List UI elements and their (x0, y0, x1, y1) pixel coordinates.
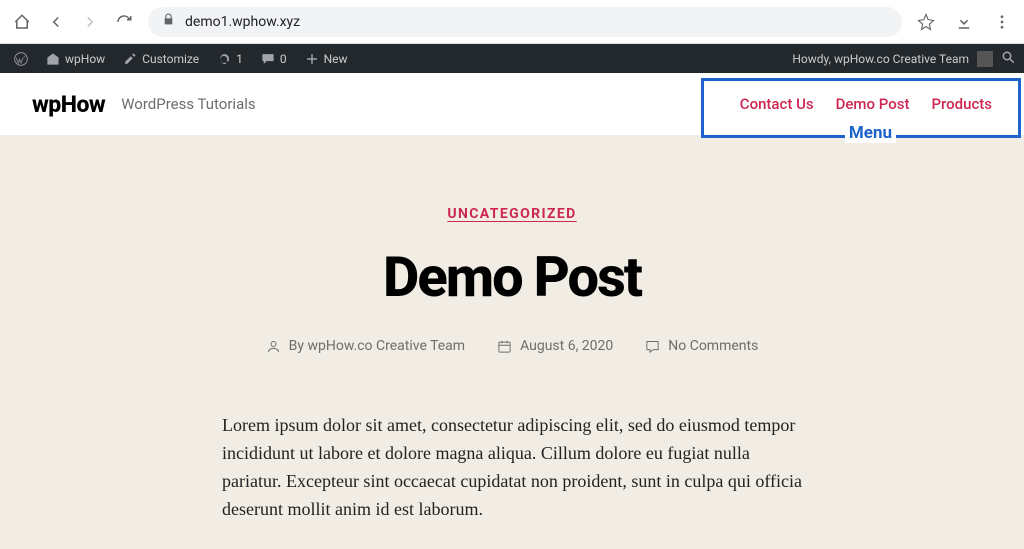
wp-updates-link[interactable]: 1 (211, 52, 249, 66)
menu-annotation-label: Menu (845, 123, 896, 143)
calendar-icon (497, 339, 512, 354)
forward-icon[interactable] (80, 12, 100, 32)
post-category[interactable]: UNCATEGORIZED (447, 206, 576, 222)
site-title[interactable]: wpHow (32, 91, 105, 118)
site-header: wpHow WordPress Tutorials Contact Us Dem… (0, 73, 1024, 135)
download-icon[interactable] (954, 12, 974, 32)
reload-icon[interactable] (114, 12, 134, 32)
meta-date: August 6, 2020 (497, 338, 613, 354)
wp-comments-link[interactable]: 0 (255, 52, 293, 66)
wp-admin-bar: wpHow Customize 1 0 New Howdy, wpHow.co … (0, 44, 1024, 73)
site-tagline: WordPress Tutorials (121, 95, 255, 113)
home-icon[interactable] (12, 12, 32, 32)
wp-customize-link[interactable]: Customize (117, 52, 205, 66)
wp-site-link[interactable]: wpHow (40, 52, 111, 66)
meta-comments[interactable]: No Comments (645, 338, 758, 354)
lock-icon (162, 13, 175, 30)
menu-dots-icon[interactable] (992, 12, 1012, 32)
wp-new-link[interactable]: New (299, 52, 354, 66)
url-bar[interactable]: demo1.wphow.xyz (148, 7, 902, 37)
wp-updates-count: 1 (236, 52, 243, 66)
wp-customize-label: Customize (142, 52, 199, 66)
comment-icon (645, 339, 660, 354)
star-icon[interactable] (916, 12, 936, 32)
browser-toolbar: demo1.wphow.xyz (0, 0, 1024, 44)
post-body: Lorem ipsum dolor sit amet, consectetur … (222, 412, 802, 524)
wp-site-name: wpHow (65, 52, 105, 66)
post-content: UNCATEGORIZED Demo Post By wpHow.co Crea… (0, 135, 1024, 549)
avatar[interactable] (977, 51, 993, 67)
user-icon (266, 339, 281, 354)
wp-logo-icon[interactable] (8, 52, 34, 66)
post-date: August 6, 2020 (520, 338, 613, 354)
wp-comments-count: 0 (280, 52, 287, 66)
author-name: wpHow.co Creative Team (308, 338, 466, 354)
meta-author: By wpHow.co Creative Team (266, 338, 465, 354)
wp-search-icon[interactable] (1001, 50, 1016, 68)
post-title: Demo Post (0, 244, 1024, 310)
back-icon[interactable] (46, 12, 66, 32)
comments-count: No Comments (668, 338, 758, 354)
wp-new-label: New (324, 52, 348, 66)
post-meta: By wpHow.co Creative Team August 6, 2020… (0, 338, 1024, 354)
wp-howdy-text[interactable]: Howdy, wpHow.co Creative Team (792, 52, 969, 66)
url-text: demo1.wphow.xyz (185, 14, 300, 30)
